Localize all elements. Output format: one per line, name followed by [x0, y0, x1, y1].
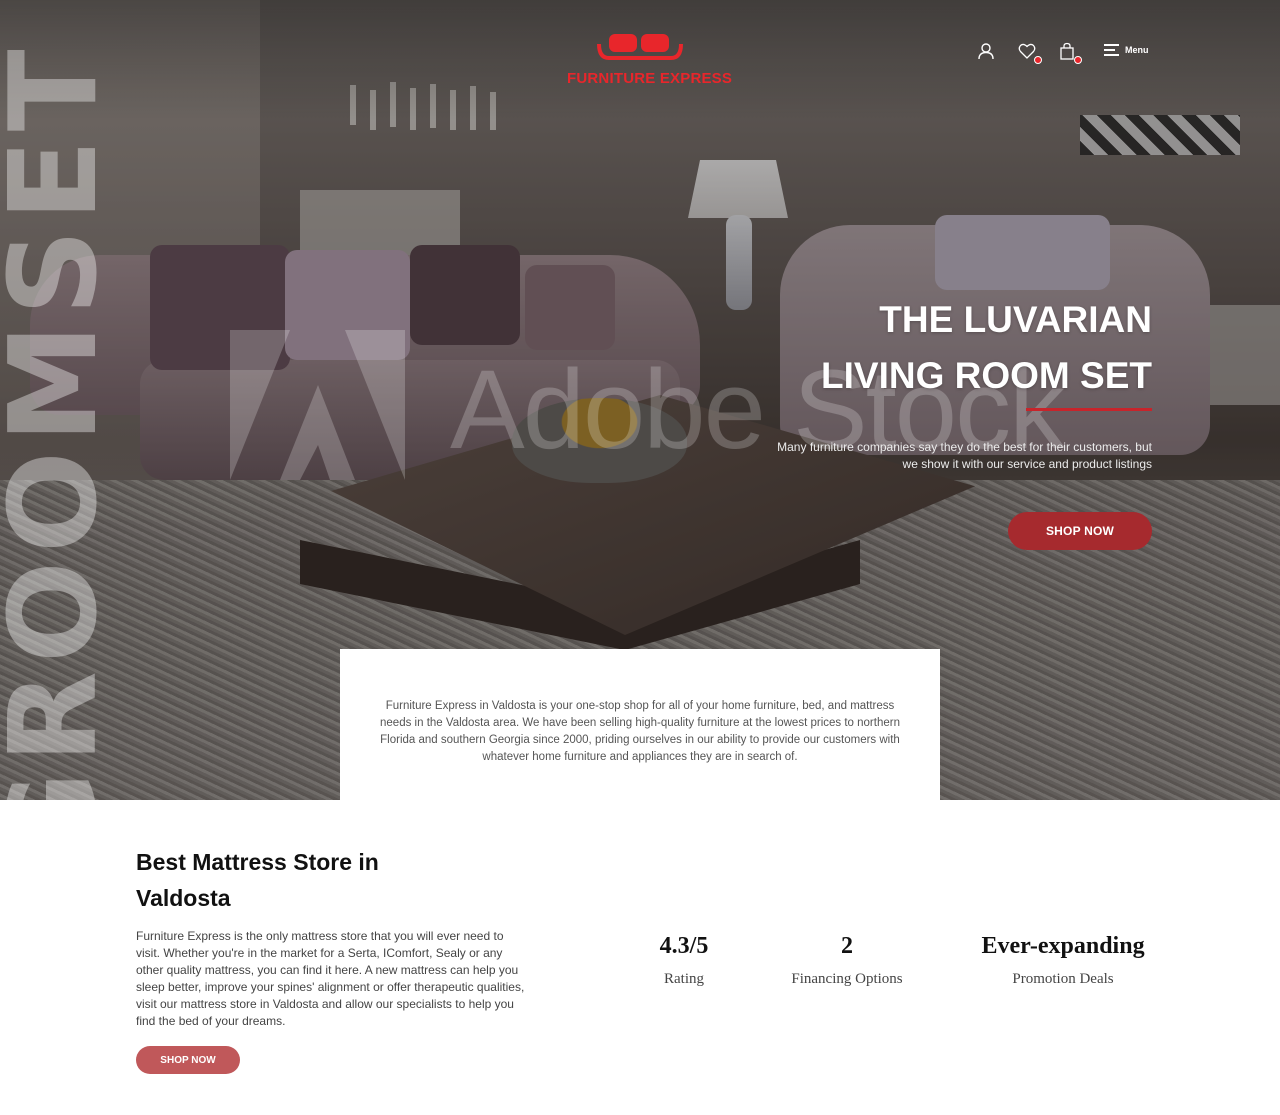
- stat-value: Ever-expanding: [981, 933, 1145, 959]
- user-icon: [978, 43, 994, 60]
- mattress-shop-now-button[interactable]: SHOP NOW: [136, 1046, 240, 1074]
- stat-label: Rating: [664, 971, 704, 987]
- wishlist-button[interactable]: [1016, 40, 1042, 64]
- hero-vertical-text: GROOMSET: [0, 41, 124, 800]
- stat-value: 4.3/5: [659, 933, 709, 959]
- hero-title-divider: [1026, 408, 1152, 411]
- brand-logo[interactable]: FURNITURE EXPRESS: [567, 28, 733, 90]
- account-button[interactable]: [975, 40, 997, 62]
- hero-title-line-2: LIVING ROOM SET: [821, 355, 1152, 396]
- mattress-section-title: Best Mattress Store in Valdosta: [136, 844, 436, 916]
- menu-label: Menu: [1125, 45, 1149, 55]
- cart-button[interactable]: [1056, 40, 1082, 64]
- hero-subtitle-line-1: Many furniture companies say they do the…: [777, 440, 1152, 454]
- stat-financing: 2 Financing Options: [772, 930, 922, 988]
- cart-count-badge: [1074, 56, 1082, 64]
- shopping-bag-icon: [1060, 42, 1074, 60]
- menu-button[interactable]: Menu: [1104, 40, 1149, 60]
- intro-text: Furniture Express in Valdosta is your on…: [380, 700, 900, 763]
- hamburger-icon: [1104, 44, 1119, 56]
- stat-value: 2: [841, 933, 853, 959]
- mattress-section-body: Furniture Express is the only mattress s…: [136, 929, 525, 1028]
- wishlist-heart-icon: [1018, 43, 1036, 59]
- adobe-stock-watermark-logo: [230, 330, 405, 480]
- stat-label: Promotion Deals: [1012, 971, 1114, 987]
- hero-title-line-1: THE LUVARIAN: [879, 299, 1152, 340]
- hero-shop-now-button[interactable]: SHOP NOW: [1008, 512, 1152, 550]
- mattress-title-line-2: Valdosta: [136, 885, 231, 911]
- hero-title: THE LUVARIAN LIVING ROOM SET: [632, 292, 1152, 404]
- stat-label: Financing Options: [791, 971, 903, 987]
- hero-subtitle: Many furniture companies say they do the…: [732, 439, 1152, 473]
- intro-card: Furniture Express in Valdosta is your on…: [340, 649, 940, 800]
- mattress-title-line-1: Best Mattress Store in: [136, 849, 379, 875]
- sofa-icon: [597, 34, 683, 60]
- stat-rating: 4.3/5 Rating: [624, 930, 744, 988]
- hero-subtitle-line-2: we show it with our service and product …: [902, 457, 1152, 471]
- wishlist-count-badge: [1034, 56, 1042, 64]
- stat-promotions: Ever-expanding Promotion Deals: [968, 930, 1158, 988]
- brand-name: FURNITURE EXPRESS: [567, 70, 733, 87]
